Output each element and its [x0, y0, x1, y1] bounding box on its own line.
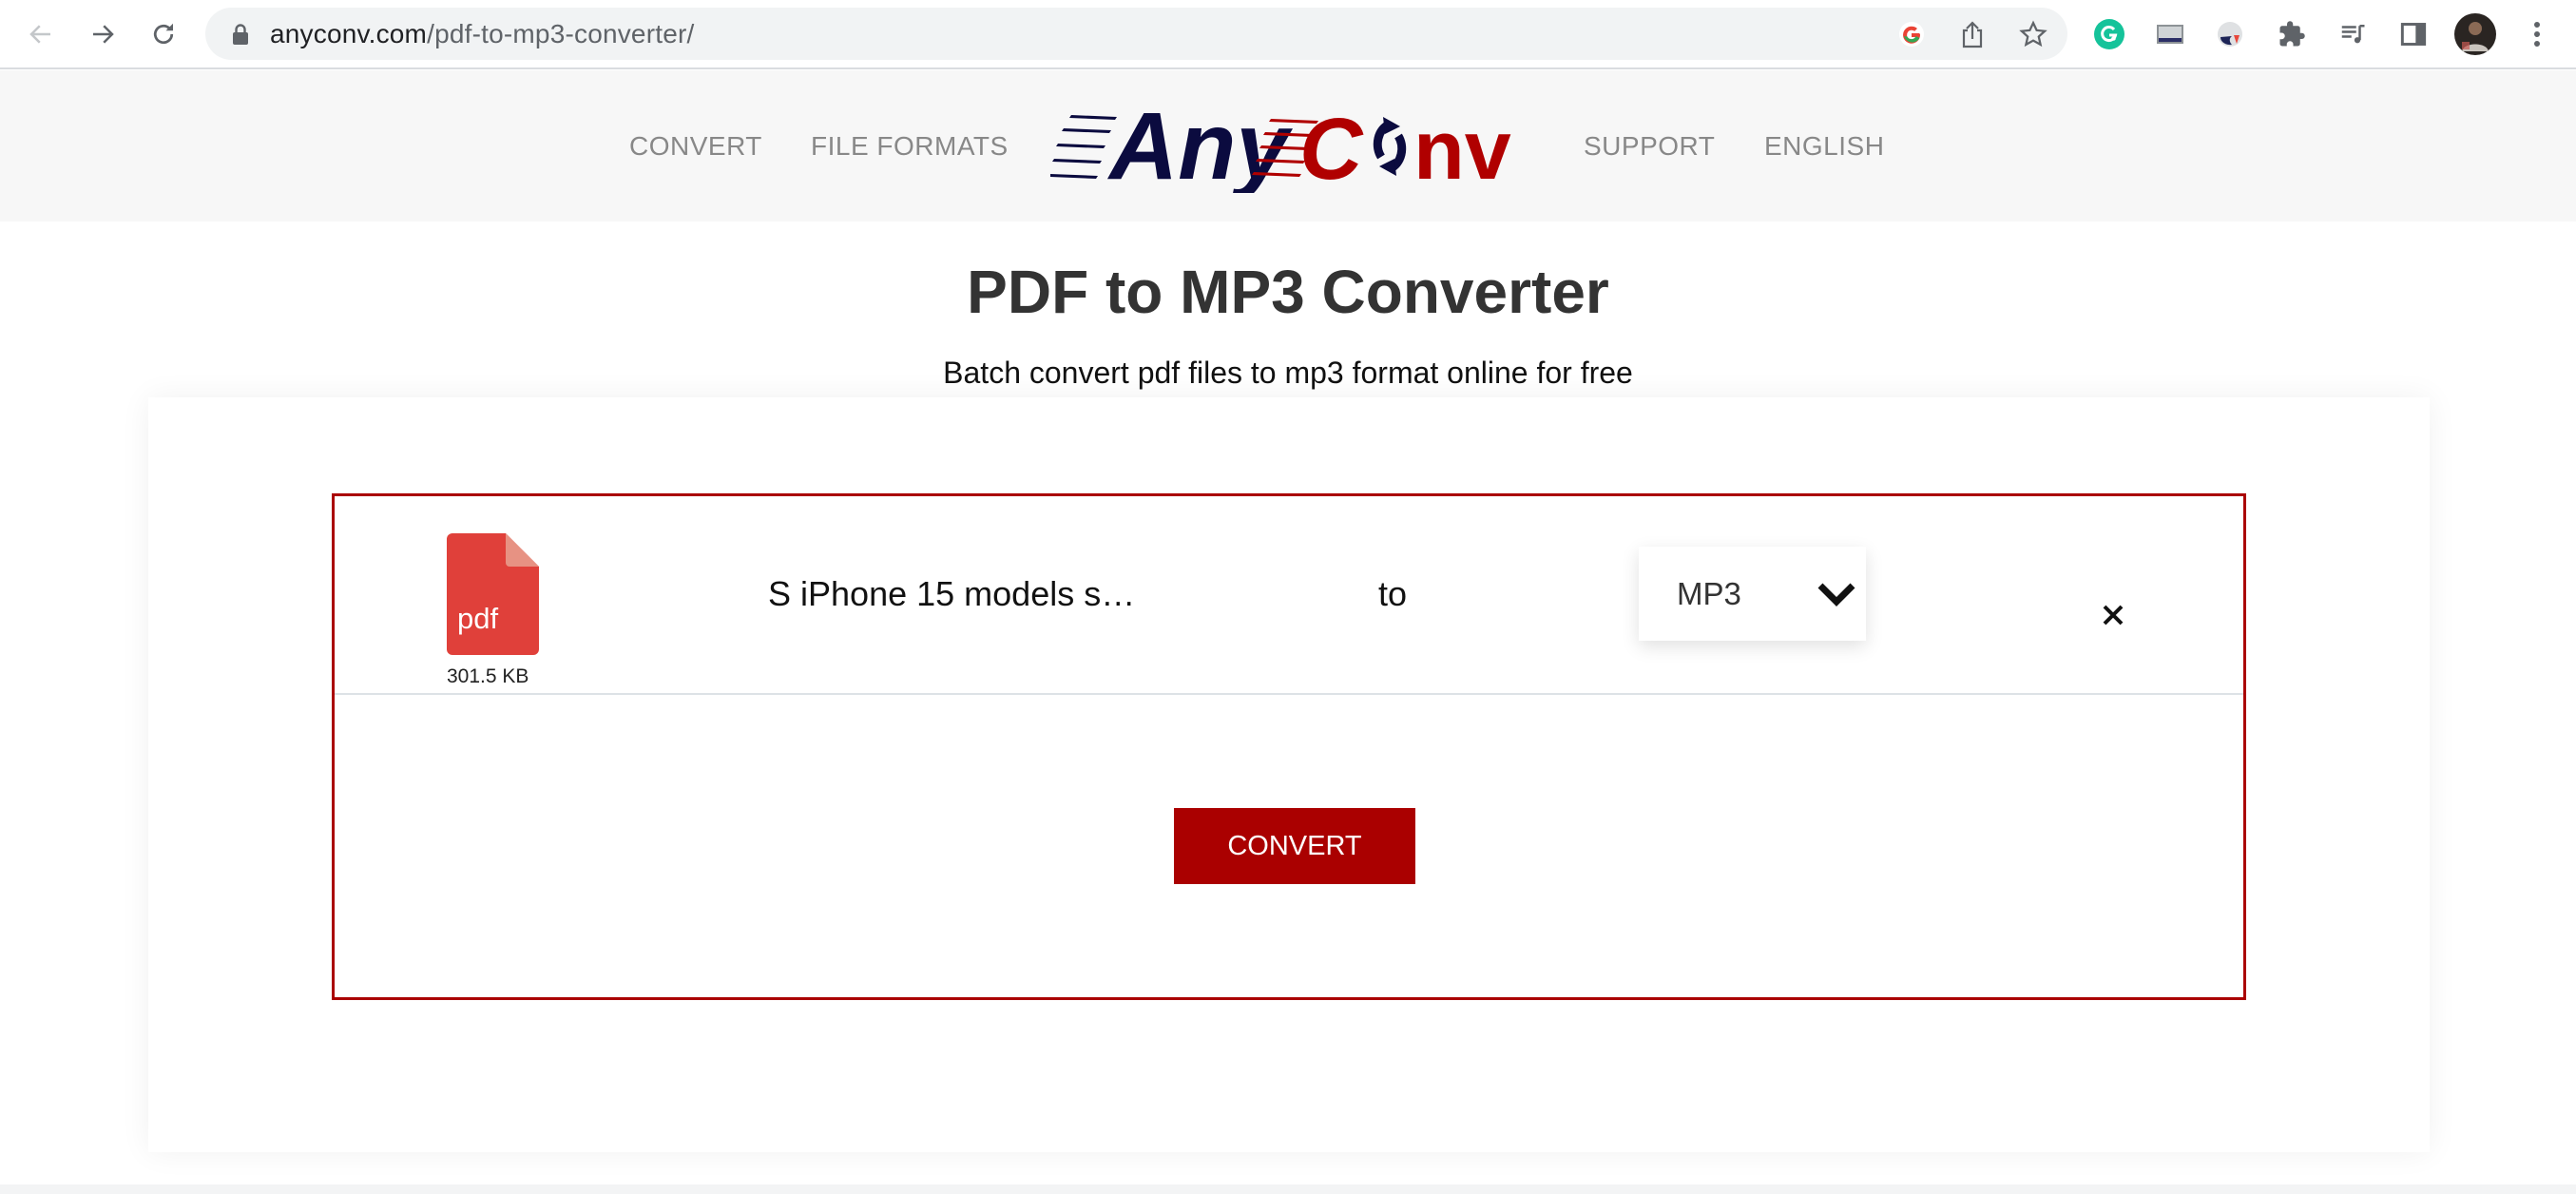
reload-icon — [153, 23, 174, 45]
share-button[interactable] — [1951, 13, 1993, 55]
share-icon — [1962, 21, 1983, 48]
file-name: S iPhone 15 models s… — [768, 574, 1136, 613]
file-row: pdf 301.5 KB S iPhone 15 models s… to MP… — [335, 496, 2243, 695]
extension-icon — [2218, 22, 2242, 47]
side-panel-button[interactable] — [2391, 11, 2436, 57]
profile-avatar — [2454, 13, 2496, 55]
url-path: /pdf-to-mp3-converter/ — [427, 19, 695, 48]
third-extension[interactable] — [2207, 11, 2253, 57]
grammarly-extension[interactable] — [2086, 11, 2132, 57]
to-label: to — [1378, 574, 1408, 613]
convert-button[interactable]: CONVERT — [1174, 808, 1415, 884]
puzzle-icon — [2279, 21, 2305, 47]
converter-card: pdf 301.5 KB S iPhone 15 models s… to MP… — [148, 397, 2430, 1152]
logo-any: Any — [1106, 98, 1293, 193]
browser-menu-button[interactable] — [2514, 11, 2560, 57]
nav-file-formats[interactable]: FILE FORMATS — [811, 70, 1009, 221]
back-arrow-icon — [29, 25, 50, 44]
address-bar[interactable]: anyconv.com/pdf-to-mp3-converter/ — [205, 8, 2067, 60]
anyconv-logo[interactable]: Any C nv — [1050, 93, 1516, 200]
media-control-button[interactable] — [2330, 11, 2375, 57]
speed-lines-navy — [1050, 115, 1117, 179]
convert-arrows-icon — [1373, 117, 1407, 176]
media-control-icon — [2341, 25, 2365, 44]
nav-language[interactable]: ENGLISH — [1764, 70, 1884, 221]
image-extension-icon — [2157, 25, 2183, 44]
remove-file-button[interactable] — [2099, 601, 2127, 629]
lock-icon[interactable] — [232, 24, 249, 45]
page-title: PDF to MP3 Converter — [967, 258, 1609, 326]
bookmark-star-icon — [2019, 20, 2047, 48]
back-button[interactable] — [18, 11, 64, 57]
image-extension[interactable] — [2147, 11, 2193, 57]
profile-button[interactable] — [2452, 11, 2498, 57]
pdf-icon-label: pdf — [457, 602, 498, 635]
target-format-select[interactable]: MP3 — [1639, 547, 1866, 641]
google-lens-button[interactable] — [1891, 13, 1932, 55]
forward-arrow-icon — [93, 25, 114, 44]
page-subtitle: Batch convert pdf files to mp3 format on… — [943, 356, 1633, 390]
chevron-down-icon — [1817, 583, 1855, 607]
page-bottom-strip — [0, 1184, 2576, 1194]
reload-button[interactable] — [141, 11, 186, 57]
close-icon — [2103, 605, 2124, 626]
bookmark-button[interactable] — [2012, 13, 2054, 55]
nav-support[interactable]: SUPPORT — [1584, 70, 1715, 221]
side-panel-icon — [2400, 23, 2427, 46]
forward-button[interactable] — [80, 11, 125, 57]
logo-c: C — [1299, 101, 1364, 193]
url-text[interactable]: anyconv.com/pdf-to-mp3-converter/ — [270, 8, 695, 60]
browser-toolbar: anyconv.com/pdf-to-mp3-converter/ — [0, 0, 2576, 69]
logo-graphic: Any C nv — [1050, 93, 1511, 200]
pdf-file-icon: pdf — [447, 533, 539, 655]
extensions-button[interactable] — [2269, 11, 2315, 57]
nav-convert[interactable]: CONVERT — [629, 70, 762, 221]
site-header: CONVERT FILE FORMATS Any C nv SUPPORT EN… — [0, 70, 2576, 221]
google-icon — [1899, 22, 1924, 47]
file-size: 301.5 KB — [447, 665, 529, 687]
target-format-value: MP3 — [1677, 576, 1741, 611]
menu-dots-icon — [2534, 22, 2540, 47]
logo-nv: nv — [1413, 103, 1511, 193]
grammarly-icon — [2094, 19, 2124, 49]
url-host: anyconv.com — [270, 19, 428, 48]
file-list-box: pdf 301.5 KB S iPhone 15 models s… to MP… — [332, 493, 2246, 1000]
